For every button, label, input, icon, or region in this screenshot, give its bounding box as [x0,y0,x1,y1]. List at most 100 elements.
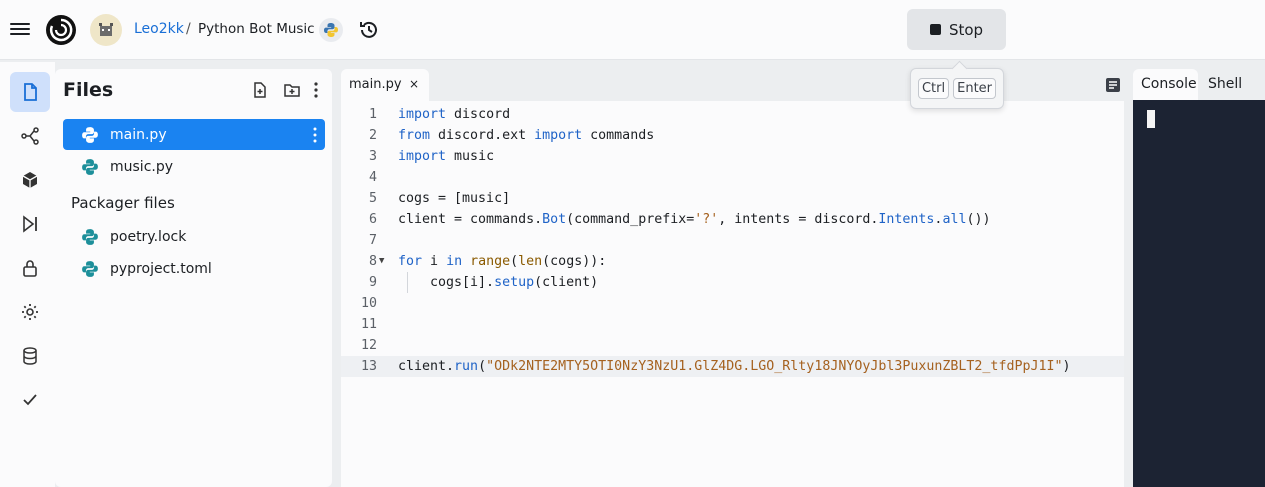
packages-icon [22,172,38,188]
checks-tool-button[interactable] [10,380,50,420]
code-text: for i in range(len(cogs)): [398,254,607,269]
git-icon [21,127,39,145]
new-file-icon[interactable] [251,81,269,99]
history-icon[interactable] [358,19,380,41]
file-item-pyproject-toml[interactable]: pyproject.toml [63,253,325,284]
breadcrumb-repl-name[interactable]: Python Bot Music [198,21,315,37]
code-line[interactable]: 5 cogs = [music] [341,188,1124,209]
code-area[interactable]: 1 import discord 2 from discord.ext import … [341,104,1124,377]
line-number: 7 [368,233,377,248]
line-number: 6 [368,212,377,227]
line-number: 11 [360,317,377,332]
code-text: import discord [398,107,511,122]
file-options-icon[interactable] [313,127,317,143]
python-file-icon [82,158,98,175]
avatar[interactable] [90,14,122,46]
lock-icon [23,260,37,277]
file-item-music-py[interactable]: music.py [63,151,325,182]
code-text: client = commands.Bot(command_prefix='?'… [398,212,991,227]
code-line[interactable]: 1 import discord [341,104,1124,125]
tab-label: main.py [349,77,402,92]
code-line[interactable]: 11 [341,314,1124,335]
packages-tool-button[interactable] [10,160,50,200]
console-tabs: Console Shell [1133,69,1265,100]
check-icon [23,394,37,406]
kbd-ctrl: Ctrl [917,78,950,99]
files-menu-icon[interactable] [307,81,325,99]
editor-tab-strip: main.py × [341,69,1124,101]
outline-icon[interactable] [1105,77,1121,93]
code-line[interactable]: 7 [341,230,1124,251]
breadcrumb-user[interactable]: Leo2kk [134,21,184,37]
python-language-icon[interactable] [319,18,343,42]
replit-logo-icon[interactable] [44,13,78,47]
line-number: 10 [360,296,377,311]
menu-icon[interactable] [10,20,32,38]
debugger-icon [23,215,37,233]
line-number: 5 [368,191,377,206]
python-file-icon [82,126,98,143]
line-number: 13 [360,359,377,374]
close-icon[interactable]: × [409,77,419,91]
python-file-icon [82,260,98,277]
settings-tool-button[interactable] [10,292,50,332]
avatar-icon [99,23,113,36]
code-editor: main.py × 1 import discord 2 from discord.e… [341,69,1124,487]
file-item-poetry-lock[interactable]: poetry.lock [63,221,325,252]
line-number: 12 [360,338,377,353]
code-line[interactable]: 8 ▼ for i in range(len(cogs)): [341,251,1124,272]
code-line[interactable]: 2 from discord.ext import commands [341,125,1124,146]
fold-toggle-icon[interactable]: ▼ [379,251,384,272]
code-text: cogs = [music] [398,191,511,206]
code-line[interactable]: 9 cogs[i].setup(client) [341,272,1124,293]
tab-console[interactable]: Console [1133,69,1198,100]
code-line[interactable]: 12 [341,335,1124,356]
secrets-tool-button[interactable] [10,248,50,288]
line-number: 9 [368,275,377,290]
files-panel-title: Files [63,79,114,101]
file-name: music.py [110,158,174,175]
file-name: poetry.lock [110,228,187,245]
new-folder-icon[interactable] [283,81,301,99]
files-icon [24,83,37,101]
tab-shell[interactable]: Shell [1200,69,1250,100]
line-number: 2 [368,128,377,143]
tab-main-py[interactable]: main.py × [341,69,429,101]
python-file-icon [82,228,98,245]
files-panel: Files main.py music.py Packager files po… [55,69,332,487]
git-tool-button[interactable] [10,116,50,156]
file-name: main.py [110,126,167,143]
console-cursor [1147,110,1155,128]
code-line[interactable]: 3 import music [341,146,1124,167]
code-text: cogs[i].setup(client) [398,275,599,290]
code-line[interactable]: 10 [341,293,1124,314]
breadcrumb-separator: / [186,21,191,37]
stop-button[interactable]: Stop [907,9,1006,50]
line-number: 8 [368,254,377,269]
line-number: 4 [368,170,377,185]
file-item-main-py[interactable]: main.py [63,119,325,150]
code-text: from discord.ext import commands [398,128,655,143]
packager-files-title: Packager files [71,194,175,212]
line-number: 3 [368,149,377,164]
gear-icon [22,304,38,320]
database-tool-button[interactable] [10,336,50,376]
top-bar: Leo2kk / Python Bot Music Stop [0,0,1265,60]
console-pane: Console Shell [1133,69,1265,487]
line-number: 1 [368,107,377,122]
code-text: import music [398,149,495,164]
stop-label: Stop [948,20,984,39]
code-line[interactable]: 13 client.run("ODk2NTE2MTY5OTI0NzY3NzU1.G… [341,356,1124,377]
database-icon [23,347,37,365]
tool-sidebar [0,62,55,487]
code-text: client.run("ODk2NTE2MTY5OTI0NzY3NzU1.GlZ… [398,359,1071,374]
code-line[interactable]: 6 client = commands.Bot(command_prefix='?… [341,209,1124,230]
shortcut-tooltip: Ctrl Enter [910,68,1004,109]
files-tool-button[interactable] [10,72,50,112]
kbd-enter: Enter [953,78,997,99]
stop-icon [929,24,941,35]
console-output[interactable] [1133,100,1265,487]
debugger-tool-button[interactable] [10,204,50,244]
file-name: pyproject.toml [110,260,212,277]
code-line[interactable]: 4 [341,167,1124,188]
